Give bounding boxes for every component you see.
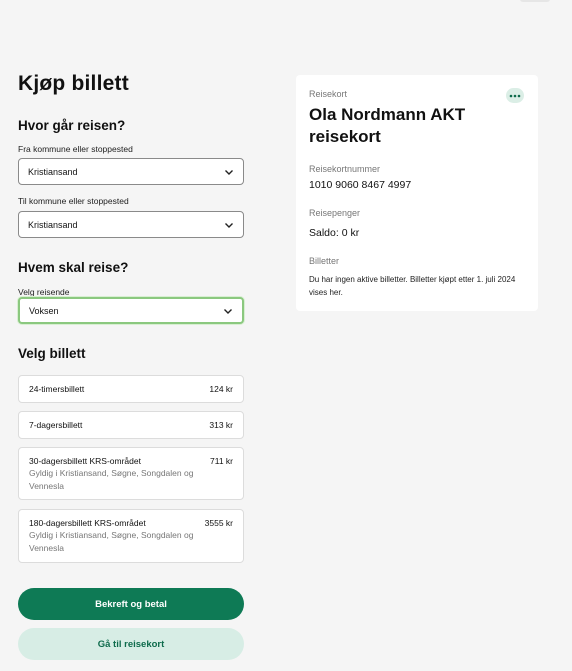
traveler-heading: Hvem skal reise?	[18, 260, 129, 275]
traveler-select[interactable]: Voksen	[18, 297, 244, 324]
card-number-label: Reisekortnummer	[309, 164, 381, 174]
ticket-name: 24-timersbillett	[29, 384, 85, 394]
ticket-price: 313 kr	[209, 420, 233, 430]
page-title: Kjøp billett	[18, 72, 129, 95]
traveler-select-value: Voksen	[29, 305, 59, 316]
ticket-description: Gyldig i Kristiansand, Søgne, Songdalen …	[29, 468, 194, 491]
to-select[interactable]: Kristiansand	[18, 211, 244, 238]
ticket-price: 3555 kr	[204, 518, 233, 528]
ticket-name: 180-dagersbillett KRS-området	[29, 518, 146, 528]
ticket-price: 124 kr	[209, 384, 233, 394]
card-section-label: Reisekort	[309, 89, 348, 99]
chevron-down-icon	[225, 169, 233, 175]
ticket-option[interactable]: 7-dagersbillett 313 kr	[18, 411, 244, 439]
to-select-value: Kristiansand	[28, 219, 78, 230]
top-tab-indicator	[520, 0, 550, 2]
balance-value: Saldo: 0 kr	[309, 227, 360, 239]
ticket-name: 30-dagersbillett KRS-området	[29, 456, 141, 466]
confirm-pay-button[interactable]: Bekreft og betal	[18, 588, 244, 620]
from-select-value: Kristiansand	[28, 166, 78, 177]
ticket-heading: Velg billett	[18, 346, 86, 361]
tickets-label: Billetter	[309, 256, 340, 266]
travel-money-label: Reisepenger	[309, 208, 361, 218]
ticket-description: Gyldig i Kristiansand, Søgne, Songdalen …	[29, 530, 194, 553]
goto-travel-card-button[interactable]: Gå til reisekort	[18, 628, 244, 660]
from-label: Fra kommune eller stoppested	[18, 144, 133, 154]
traveler-label: Velg reisende	[18, 287, 70, 297]
to-label: Til kommune eller stoppested	[18, 196, 129, 206]
chevron-down-icon	[225, 222, 233, 228]
ticket-price: 711 kr	[210, 456, 233, 466]
card-number: 1010 9060 8467 4997	[309, 179, 412, 191]
chevron-down-icon	[224, 308, 232, 314]
card-name: Ola Nordmann AKT reisekort	[309, 105, 466, 146]
ticket-name: 7-dagersbillett	[29, 420, 83, 430]
ticket-option[interactable]: 30-dagersbillett KRS-området 711 kr Gyld…	[18, 447, 244, 500]
from-select[interactable]: Kristiansand	[18, 158, 244, 185]
tickets-note: Du har ingen aktive billetter. Billetter…	[309, 275, 516, 297]
travel-card-panel: Reisekort Ola Nordmann AKT reisekort Rei…	[296, 75, 538, 311]
more-options-button[interactable]	[506, 88, 524, 103]
ticket-option[interactable]: 180-dagersbillett KRS-området 3555 kr Gy…	[18, 509, 244, 563]
more-dots-icon	[509, 94, 521, 97]
route-heading: Hvor går reisen?	[18, 118, 126, 133]
ticket-option[interactable]: 24-timersbillett 124 kr	[18, 375, 244, 403]
